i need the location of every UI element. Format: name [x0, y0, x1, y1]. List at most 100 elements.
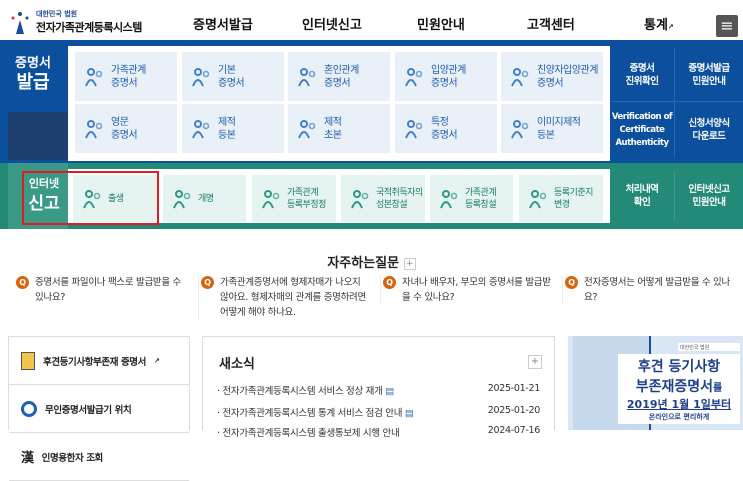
tile-label: 가족관계 증명서	[111, 64, 146, 89]
news-item-date: 2025-01-21	[487, 383, 541, 394]
nav-statistics[interactable]: 통계↗	[644, 14, 674, 33]
tile-label: 이미지제적 등본	[537, 116, 581, 141]
certificate-tile-full-adoption-relation[interactable]: 친양자입양관계 증명서	[501, 52, 603, 101]
news-item-date: 2025-01-20	[487, 405, 541, 416]
report-tile-register-creation[interactable]: 가족관계 등록창설	[430, 175, 513, 222]
faq-text: 증명서를 파일이나 팩스로 발급받을 수 있나요?	[35, 277, 181, 303]
certificate-tile-marriage-relation[interactable]: 혼인관계 증명서	[288, 52, 390, 101]
news-title: 새소식	[219, 357, 255, 372]
banner-line2: 부존재증명서	[635, 379, 714, 395]
header: 대한민국 법원 전자가족관계등록시스템 증명서발급 인터넷신고 민원안내 고객센…	[0, 0, 743, 40]
tile-label: 가족관계 등록부정정	[287, 187, 326, 210]
guardianship-certificate-link[interactable]: 후견등기사항부존재 증명서 ↗	[9, 337, 189, 385]
faq-item[interactable]: Q 전자증명서는 어떻게 발급받을 수 있나요?	[562, 275, 734, 305]
tile-label: 국적취득자의 성본창설	[376, 187, 423, 210]
hanja-lookup-link[interactable]: 漢 인명용한자 조회	[9, 433, 189, 481]
nav-certificates[interactable]: 증명서발급	[193, 14, 253, 33]
nav-internet-report[interactable]: 인터넷신고	[302, 14, 362, 33]
kiosk-location-link[interactable]: 무인증명서발급기 위치	[9, 385, 189, 433]
certificate-tile-english[interactable]: 영문 증명서	[75, 104, 177, 153]
link-label: 인명용한자 조회	[41, 452, 104, 464]
court-logo-icon	[11, 12, 29, 34]
location-pin-icon	[21, 400, 37, 417]
faq-text: 전자증명서는 어떻게 발급받을 수 있나요?	[584, 277, 730, 303]
certificate-tile-specific[interactable]: 특정 증명서	[395, 104, 497, 153]
news-item-title: 전자가족관계등록시스템 서비스 정상 재개	[222, 386, 383, 397]
external-link-icon: ↗	[667, 23, 674, 31]
faq-item[interactable]: Q 자녀나 배우자, 부모의 증명서를 발급받을 수 있나요?	[380, 275, 552, 305]
faq-text: 가족관계증명서에 형제자매가 나오지 않아요. 형제자매의 관계를 증명하려면 …	[220, 277, 366, 318]
tile-label: 개명	[198, 193, 214, 204]
document-icon	[511, 119, 529, 138]
form-download-link[interactable]: 신청서양식 다운로드	[675, 102, 743, 158]
news-item-date: 2024-07-16	[487, 425, 541, 436]
banner-line3: 2019년 1월 1일부터	[626, 398, 732, 411]
form-icon	[262, 189, 280, 208]
people-icon	[405, 67, 423, 86]
certificate-tile-image-removed[interactable]: 이미지제적 등본	[501, 104, 603, 153]
verification-english-link[interactable]: Verification of Certificate Authenticity	[610, 102, 675, 158]
issue-guide-link[interactable]: 증명서발급 민원안내	[675, 48, 743, 102]
banner-line4: 온라인으로 편리하게	[648, 413, 710, 421]
guardianship-banner[interactable]: 대한민국 법원 후견 등기사항 부존재증명서를 2019년 1월 1일부터 온라…	[568, 336, 743, 430]
certificate-tile-family-relation[interactable]: 가족관계 증명서	[75, 52, 177, 101]
new-doc-icon: ▤	[385, 386, 394, 397]
banner-line1: 후견 등기사항	[637, 359, 721, 375]
question-icon: Q	[383, 276, 396, 289]
document-icon	[21, 351, 35, 370]
certificate-tile-removed-full-copy[interactable]: 제적 등본	[182, 104, 284, 153]
report-tile-name-change[interactable]: 개명	[163, 175, 246, 222]
document-icon	[405, 119, 423, 138]
report-guide-link[interactable]: 인터넷신고 민원안내	[675, 171, 743, 221]
certificate-tile-adoption-relation[interactable]: 입양관계 증명서	[395, 52, 497, 101]
processing-status-link[interactable]: 처리내역 확인	[610, 171, 675, 221]
document-icon	[298, 119, 316, 138]
nav-statistics-label: 통계	[644, 18, 668, 33]
certificate-tile-removed-abstract[interactable]: 제적 초본	[288, 104, 390, 153]
tile-label: 가족관계 등록창설	[465, 187, 497, 210]
faq-item[interactable]: Q 가족관계증명서에 형제자매가 나오지 않아요. 형제자매의 관계를 증명하려면…	[198, 275, 370, 320]
tile-label: 친양자입양관계 증명서	[537, 64, 598, 89]
person-icon	[173, 189, 191, 208]
certificate-tile-basic[interactable]: 기본 증명서	[182, 52, 284, 101]
tile-label: 입양관계 증명서	[431, 64, 466, 89]
side-label: 처리내역 확인	[625, 184, 659, 208]
side-label: 증명서 진위확인	[625, 62, 659, 87]
faq-header: 자주하는질문 +	[0, 252, 743, 271]
link-label: 무인증명서발급기 위치	[45, 404, 132, 416]
tile-label: 혼인관계 증명서	[324, 64, 359, 89]
faq-item[interactable]: Q 증명서를 파일이나 팩스로 발급받을 수 있나요?	[16, 275, 186, 305]
side-label: 신청서양식 다운로드	[688, 118, 730, 142]
form-icon	[529, 189, 547, 208]
quick-links: 후견등기사항부존재 증명서 ↗ 무인증명서발급기 위치 漢 인명용한자 조회	[8, 336, 190, 481]
hamburger-menu-button[interactable]: ≡	[716, 15, 738, 37]
hanja-book-icon: 漢	[21, 451, 34, 466]
news-more-button[interactable]: +	[528, 355, 542, 369]
report-tile-register-correction[interactable]: 가족관계 등록부정정	[252, 175, 336, 222]
people-icon	[192, 67, 210, 86]
people-icon	[298, 67, 316, 86]
news-item[interactable]: · 전자가족관계등록시스템 통계 서비스 점검 안내 ▤ 2025-01-20	[217, 405, 540, 419]
nav-customer-center[interactable]: 고객센터	[527, 14, 575, 33]
side-label: Verification of Certificate Authenticity	[611, 111, 673, 148]
faq-title: 자주하는질문	[327, 256, 400, 271]
section-title-line2: 발급	[16, 72, 50, 93]
news-item[interactable]: · 전자가족관계등록시스템 서비스 정상 재개 ▤ 2025-01-21	[217, 383, 540, 397]
faq-more-button[interactable]: +	[403, 257, 416, 270]
site-title[interactable]: 전자가족관계등록시스템	[36, 19, 142, 35]
tile-label: 기본 증명서	[218, 64, 245, 89]
org-name: 대한민국 법원	[36, 10, 78, 18]
tile-label: 등록기준지 변경	[554, 187, 593, 210]
people-icon	[511, 67, 529, 86]
people-icon	[85, 67, 103, 86]
verify-certificate-link[interactable]: 증명서 진위확인	[610, 48, 675, 102]
report-tile-domicile-change[interactable]: 등록기준지 변경	[519, 175, 603, 222]
side-label: 증명서발급 민원안내	[688, 62, 730, 87]
document-icon	[192, 119, 210, 138]
side-label: 인터넷신고 민원안내	[688, 184, 730, 208]
external-link-icon: ↗	[154, 356, 160, 365]
form-icon	[351, 189, 369, 208]
report-tile-surname-origin-creation[interactable]: 국적취득자의 성본창설	[341, 175, 425, 222]
news-item[interactable]: · 전자가족관계등록시스템 출생통보제 시행 안내 2024-07-16	[217, 425, 540, 439]
nav-civil-guide[interactable]: 민원안내	[417, 14, 465, 33]
